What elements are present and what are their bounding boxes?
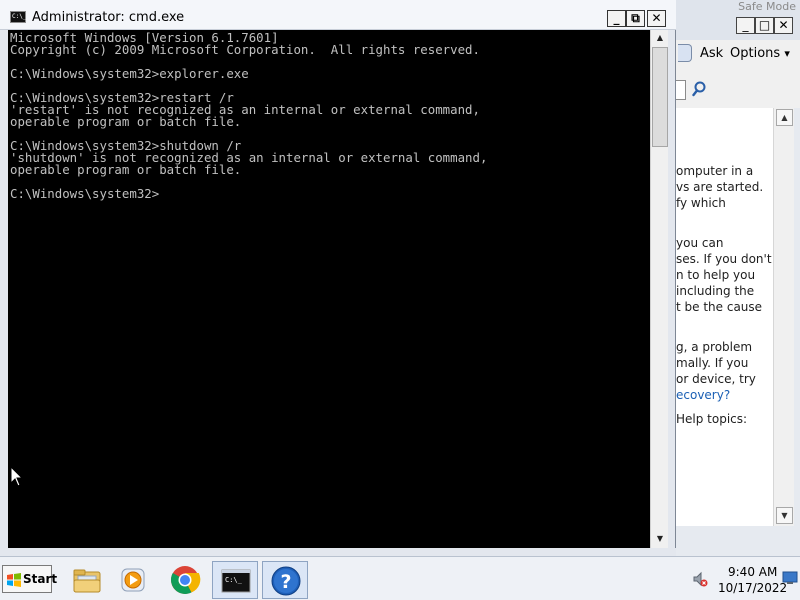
scroll-down-arrow-icon[interactable]: ▼ bbox=[776, 507, 793, 524]
cmd-titlebar[interactable]: C:\_ Administrator: cmd.exe _ ⧉ ✕ bbox=[0, 0, 676, 30]
cmd-icon[interactable]: C:\_ bbox=[10, 11, 26, 23]
chevron-down-icon: ▾ bbox=[784, 47, 790, 60]
help-window-title: Safe Mode bbox=[738, 0, 796, 13]
help-text-line: mally. If you bbox=[676, 356, 749, 370]
taskbar: Start C:\_ ? 9:40 AM 10/17/2022 bbox=[0, 556, 800, 600]
taskbar-item-chrome[interactable] bbox=[162, 561, 208, 599]
cmd-window-bottom-frame bbox=[0, 548, 676, 556]
console-line: operable program or batch file. bbox=[10, 162, 242, 177]
folder-icon bbox=[73, 569, 101, 593]
help-forward-button[interactable] bbox=[678, 44, 692, 62]
help-text-line: ses. If you don't bbox=[676, 252, 772, 266]
console-line: Copyright (c) 2009 Microsoft Corporation… bbox=[10, 42, 480, 57]
console-line: operable program or batch file. bbox=[10, 114, 242, 129]
help-minimize-button[interactable]: _ bbox=[736, 17, 755, 34]
start-button[interactable]: Start bbox=[2, 565, 57, 593]
help-topics-heading: Help topics: bbox=[676, 412, 748, 426]
media-player-icon bbox=[121, 568, 145, 592]
clock-time[interactable]: 9:40 AM bbox=[728, 565, 777, 579]
help-article-content: omputer in a vs are started. fy which yo… bbox=[676, 108, 773, 526]
help-options-button[interactable]: Options ▾ bbox=[730, 46, 790, 61]
windows-logo-icon bbox=[7, 573, 21, 587]
help-window-frame bbox=[794, 108, 800, 556]
chrome-icon bbox=[171, 566, 201, 594]
console-line: C:\Windows\system32>explorer.exe bbox=[10, 66, 249, 81]
help-text-line: g, a problem bbox=[676, 340, 753, 354]
help-text-line: omputer in a bbox=[676, 164, 754, 178]
help-vertical-scrollbar[interactable]: ▲ ▼ bbox=[773, 108, 794, 526]
help-ask-button[interactable]: Ask bbox=[700, 46, 723, 61]
help-search-input[interactable] bbox=[676, 80, 686, 100]
cmd-vertical-scrollbar[interactable]: ▲ ▼ bbox=[650, 30, 668, 548]
cmd-scroll-thumb[interactable] bbox=[652, 47, 668, 147]
taskbar-item-help-and-support[interactable]: ? bbox=[262, 561, 308, 599]
scroll-down-arrow-icon[interactable]: ▼ bbox=[652, 531, 668, 547]
clock-date[interactable]: 10/17/2022 bbox=[718, 581, 787, 595]
help-text-line: or device, try bbox=[676, 372, 756, 386]
volume-muted-icon[interactable] bbox=[692, 571, 708, 587]
cmd-console-output[interactable]: Microsoft Windows [Version 6.1.7601] Cop… bbox=[8, 30, 650, 548]
start-label: Start bbox=[23, 572, 58, 586]
scroll-up-arrow-icon[interactable]: ▲ bbox=[652, 30, 668, 46]
show-desktop-icon[interactable] bbox=[782, 571, 798, 585]
taskbar-item-media-player[interactable] bbox=[110, 561, 156, 599]
scroll-up-arrow-icon[interactable]: ▲ bbox=[776, 109, 793, 126]
help-text-line: n to help you bbox=[676, 268, 756, 282]
svg-text:C:\_: C:\_ bbox=[225, 576, 243, 584]
help-window-titlebar[interactable]: Safe Mode _ □ ✕ bbox=[676, 0, 800, 40]
help-text-line: vs are started. bbox=[676, 180, 764, 194]
cmd-icon: C:\_ bbox=[221, 569, 251, 593]
taskbar-item-command-prompt[interactable]: C:\_ bbox=[212, 561, 258, 599]
cmd-restore-button[interactable]: ⧉ bbox=[626, 10, 645, 27]
system-tray: 9:40 AM 10/17/2022 bbox=[680, 557, 800, 600]
help-close-button[interactable]: ✕ bbox=[774, 17, 793, 34]
cmd-minimize-button[interactable]: _ bbox=[607, 10, 626, 27]
cmd-close-button[interactable]: ✕ bbox=[647, 10, 666, 27]
help-options-label: Options bbox=[730, 46, 781, 61]
mouse-pointer-icon bbox=[10, 466, 24, 487]
console-prompt[interactable]: C:\Windows\system32> bbox=[10, 187, 159, 200]
help-text-line: you can bbox=[676, 236, 724, 250]
help-text-line: including the bbox=[676, 284, 755, 298]
help-text-line: fy which bbox=[676, 196, 726, 210]
help-recovery-link[interactable]: ecovery? bbox=[676, 388, 730, 402]
taskbar-item-windows-explorer[interactable] bbox=[64, 561, 110, 599]
help-icon: ? bbox=[271, 566, 301, 596]
help-window-bottom-frame bbox=[676, 526, 800, 556]
svg-text:?: ? bbox=[280, 571, 291, 593]
cmd-window-title: Administrator: cmd.exe bbox=[32, 10, 185, 25]
search-icon[interactable] bbox=[692, 80, 710, 98]
help-and-support-window[interactable]: Safe Mode _ □ ✕ Ask Options ▾ omputer in… bbox=[676, 0, 800, 556]
cmd-window[interactable]: C:\_ Administrator: cmd.exe _ ⧉ ✕ Micros… bbox=[0, 0, 676, 556]
help-text-line: t be the cause bbox=[676, 300, 763, 314]
help-maximize-button[interactable]: □ bbox=[755, 17, 774, 34]
